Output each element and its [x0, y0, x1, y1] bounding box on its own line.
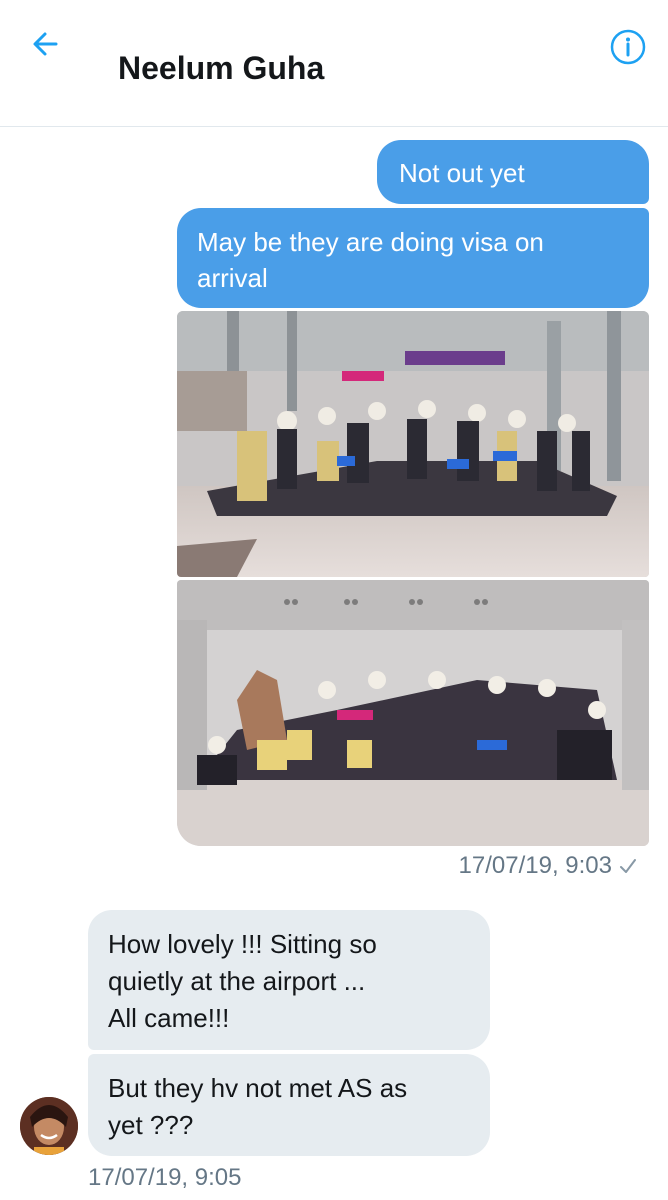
info-button[interactable] [608, 27, 648, 67]
incoming-message[interactable]: But they hv not met AS as yet ??? [88, 1054, 490, 1156]
avatar[interactable] [20, 1097, 78, 1155]
outgoing-message[interactable]: Not out yet [377, 140, 649, 204]
checkmark-icon [620, 859, 636, 873]
outgoing-message[interactable]: May be they are doing visa on arrival [177, 208, 649, 308]
back-button[interactable] [26, 24, 66, 64]
group-photo-airport-wall[interactable] [177, 580, 649, 846]
message-text: How lovely !!! Sitting so quietly at the… [108, 929, 377, 1033]
outgoing-timestamp: 17/07/19, 9:03 [459, 852, 638, 880]
message-text: May be they are doing visa on arrival [197, 227, 544, 293]
contact-name[interactable]: Neelum Guha [118, 50, 324, 87]
message-text: Not out yet [399, 158, 525, 188]
arrow-left-icon [33, 32, 58, 56]
timestamp-text: 17/07/19, 9:03 [458, 852, 612, 879]
info-circle-icon [610, 29, 646, 65]
message-text: But they hv not met AS as yet ??? [108, 1073, 408, 1140]
incoming-message[interactable]: How lovely !!! Sitting so quietly at the… [88, 910, 490, 1050]
group-photo-airport-hall[interactable] [177, 311, 649, 577]
conversation-header: Neelum Guha [0, 0, 668, 127]
incoming-timestamp: 17/07/19, 9:05 [88, 1164, 242, 1191]
